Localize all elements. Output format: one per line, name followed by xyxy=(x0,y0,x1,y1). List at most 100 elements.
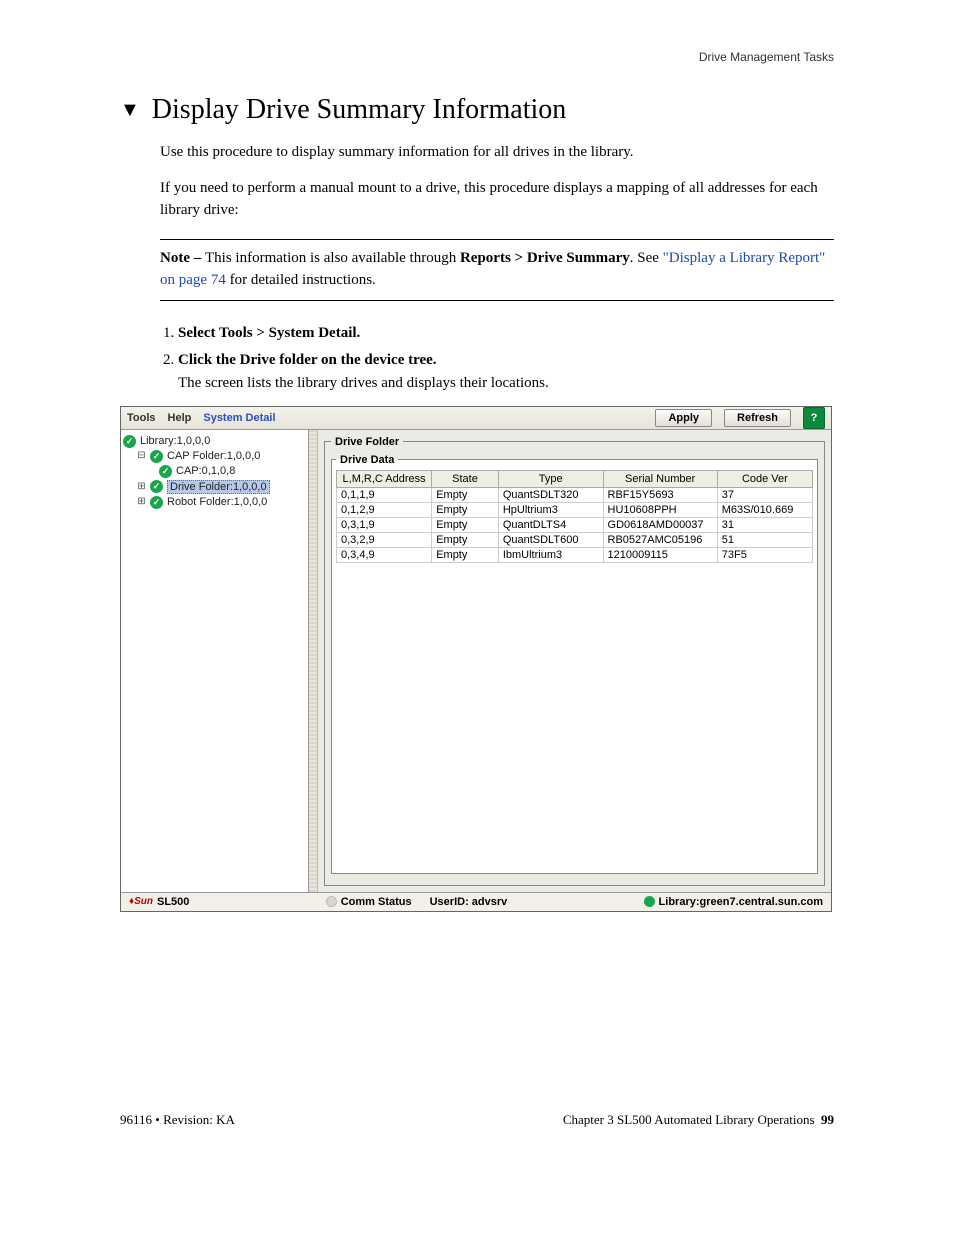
table-cell: Empty xyxy=(432,502,499,517)
table-cell: HU10608PPH xyxy=(603,502,717,517)
col-serial[interactable]: Serial Number xyxy=(603,470,717,487)
table-cell: RB0527AMC05196 xyxy=(603,532,717,547)
status-ok-icon: ✓ xyxy=(123,435,136,448)
comm-status-label: Comm Status xyxy=(341,896,412,908)
tree-cap-folder[interactable]: ⊟ ✓ CAP Folder:1,0,0,0 xyxy=(123,449,306,464)
page-title: ▼ Display Drive Summary Information xyxy=(120,94,834,126)
table-cell: 73F5 xyxy=(717,547,812,562)
drive-data-fieldset: Drive Data L,M,R,C Address State Type xyxy=(331,454,818,874)
table-cell: 1210009115 xyxy=(603,547,717,562)
menu-tools[interactable]: Tools xyxy=(127,412,156,424)
table-cell: HpUltrium3 xyxy=(498,502,603,517)
status-ok-icon: ✓ xyxy=(150,496,163,509)
table-cell: Empty xyxy=(432,487,499,502)
footer-right: Chapter 3 SL500 Automated Library Operat… xyxy=(563,1112,834,1128)
table-header-row: L,M,R,C Address State Type Serial Number… xyxy=(337,470,813,487)
col-address[interactable]: L,M,R,C Address xyxy=(337,470,432,487)
main-panel: Drive Folder Drive Data L,M,R,C Address … xyxy=(318,430,831,896)
step-1-head: Select Tools > System Detail. xyxy=(178,325,360,341)
table-cell: M63S/010.669 xyxy=(717,502,812,517)
expand-icon[interactable]: ⊟ xyxy=(137,452,146,461)
table-cell: RBF15Y5693 xyxy=(603,487,717,502)
steps-list: Select Tools > System Detail. Click the … xyxy=(160,325,834,392)
table-cell: 0,1,2,9 xyxy=(337,502,432,517)
menu-help[interactable]: Help xyxy=(168,412,192,424)
tree-cap-item-label: CAP:0,1,0,8 xyxy=(176,465,235,477)
note-block: Note – This information is also availabl… xyxy=(160,239,834,301)
status-bar: ♦Sun SL500 Comm Status UserID: advsrv Li… xyxy=(121,892,831,911)
step-2-head: Click the Drive folder on the device tre… xyxy=(178,352,437,368)
drive-folder-fieldset: Drive Folder Drive Data L,M,R,C Address … xyxy=(324,436,825,886)
menu-system-detail[interactable]: System Detail xyxy=(203,412,275,424)
table-cell: 0,3,2,9 xyxy=(337,532,432,547)
product-label: SL500 xyxy=(157,896,189,908)
help-icon[interactable]: ? xyxy=(803,407,825,429)
status-library: Library:green7.central.sun.com xyxy=(644,896,823,908)
drive-data-legend: Drive Data xyxy=(336,454,398,466)
table-cell: QuantSDLT320 xyxy=(498,487,603,502)
footer-left: 96116 • Revision: KA xyxy=(120,1112,235,1128)
drive-table: L,M,R,C Address State Type Serial Number… xyxy=(336,470,813,563)
tree-cap-item[interactable]: ✓ CAP:0,1,0,8 xyxy=(123,464,306,479)
col-codever[interactable]: Code Ver xyxy=(717,470,812,487)
col-type[interactable]: Type xyxy=(498,470,603,487)
status-comm: Comm Status xyxy=(326,896,412,908)
collapse-triangle-icon: ▼ xyxy=(120,100,140,120)
table-cell: 37 xyxy=(717,487,812,502)
table-cell: IbmUltrium3 xyxy=(498,547,603,562)
table-row[interactable]: 0,1,1,9EmptyQuantSDLT320RBF15Y569337 xyxy=(337,487,813,502)
refresh-button[interactable]: Refresh xyxy=(724,409,791,427)
tree-drive-folder-label: Drive Folder:1,0,0,0 xyxy=(167,480,270,494)
table-cell: 31 xyxy=(717,517,812,532)
note-label: Note – xyxy=(160,250,205,266)
table-cell: QuantDLTS4 xyxy=(498,517,603,532)
tree-cap-folder-label: CAP Folder:1,0,0,0 xyxy=(167,450,260,462)
note-text-a: This information is also available throu… xyxy=(205,250,460,266)
sun-logo-icon: ♦Sun xyxy=(129,896,153,907)
apply-button[interactable]: Apply xyxy=(655,409,712,427)
table-cell: Empty xyxy=(432,532,499,547)
table-row[interactable]: 0,3,4,9EmptyIbmUltrium3121000911573F5 xyxy=(337,547,813,562)
table-cell: 51 xyxy=(717,532,812,547)
status-ok-icon: ✓ xyxy=(150,480,163,493)
col-state[interactable]: State xyxy=(432,470,499,487)
running-header: Drive Management Tasks xyxy=(120,50,834,64)
expand-icon[interactable]: ⊞ xyxy=(137,498,146,507)
app-window: Tools Help System Detail Apply Refresh ?… xyxy=(120,406,832,912)
tree-robot-folder-label: Robot Folder:1,0,0,0 xyxy=(167,496,267,508)
table-cell: Empty xyxy=(432,517,499,532)
paragraph-1: Use this procedure to display summary in… xyxy=(160,142,834,164)
status-ok-icon xyxy=(644,896,655,907)
device-tree[interactable]: ✓ Library:1,0,0,0 ⊟ ✓ CAP Folder:1,0,0,0… xyxy=(121,430,309,896)
tree-root[interactable]: ✓ Library:1,0,0,0 xyxy=(123,434,306,449)
paragraph-2: If you need to perform a manual mount to… xyxy=(160,178,834,222)
table-cell: Empty xyxy=(432,547,499,562)
status-ok-icon: ✓ xyxy=(150,450,163,463)
tree-root-label: Library:1,0,0,0 xyxy=(140,435,210,447)
library-host-label: Library:green7.central.sun.com xyxy=(659,896,823,908)
table-row[interactable]: 0,1,2,9EmptyHpUltrium3HU10608PPHM63S/010… xyxy=(337,502,813,517)
status-ok-icon: ✓ xyxy=(159,465,172,478)
step-2-body: The screen lists the library drives and … xyxy=(178,375,834,392)
table-cell: 0,3,1,9 xyxy=(337,517,432,532)
footer-page-number: 99 xyxy=(821,1112,834,1127)
comm-status-icon xyxy=(326,896,337,907)
page-footer: 96116 • Revision: KA Chapter 3 SL500 Aut… xyxy=(120,1112,834,1128)
expand-icon[interactable]: ⊞ xyxy=(137,482,146,491)
status-brand: ♦Sun SL500 xyxy=(129,896,189,908)
footer-chapter: Chapter 3 SL500 Automated Library Operat… xyxy=(563,1112,815,1127)
table-row[interactable]: 0,3,2,9EmptyQuantSDLT600RB0527AMC0519651 xyxy=(337,532,813,547)
drive-folder-legend: Drive Folder xyxy=(331,436,403,448)
note-text-b: . See xyxy=(630,250,663,266)
note-text-c: for detailed instructions. xyxy=(226,272,376,288)
tree-drive-folder[interactable]: ⊞ ✓ Drive Folder:1,0,0,0 xyxy=(123,479,306,495)
tree-robot-folder[interactable]: ⊞ ✓ Robot Folder:1,0,0,0 xyxy=(123,495,306,510)
toolbar: Tools Help System Detail Apply Refresh ? xyxy=(121,407,831,430)
step-2: Click the Drive folder on the device tre… xyxy=(178,352,834,392)
table-cell: 0,1,1,9 xyxy=(337,487,432,502)
status-user: UserID: advsrv xyxy=(430,896,508,908)
table-row[interactable]: 0,3,1,9EmptyQuantDLTS4GD0618AMD0003731 xyxy=(337,517,813,532)
splitter-handle[interactable] xyxy=(309,430,318,896)
table-cell: QuantSDLT600 xyxy=(498,532,603,547)
table-cell: 0,3,4,9 xyxy=(337,547,432,562)
